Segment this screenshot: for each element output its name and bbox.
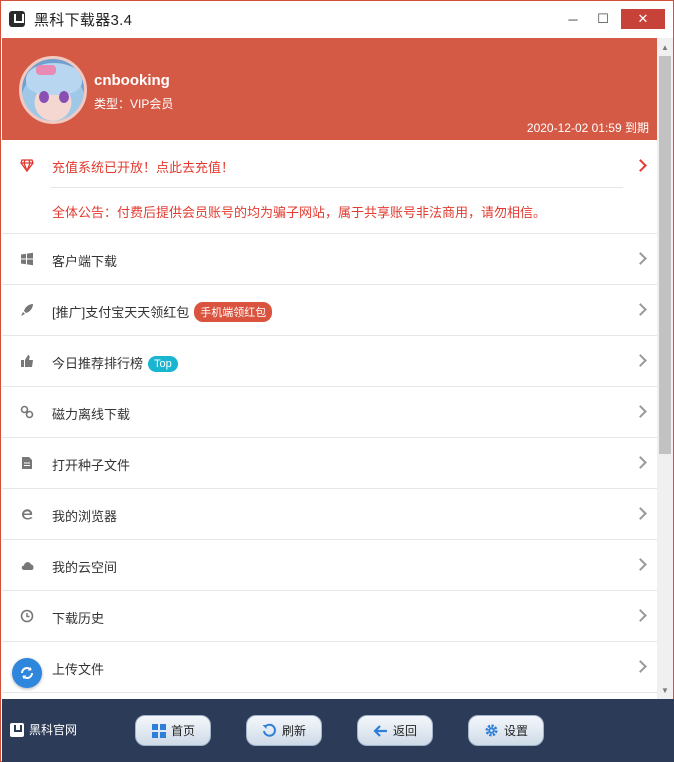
avatar[interactable] [19, 56, 87, 124]
menu-item-upload-file[interactable]: 上传文件 [2, 642, 657, 693]
home-grid-icon [151, 723, 167, 739]
chevron-right-icon [634, 303, 647, 316]
recharge-link[interactable]: 充值系统已开放！点此去充值！ [52, 157, 234, 176]
menu-item-label: 下载历史 [52, 611, 105, 626]
sync-icon [21, 667, 33, 679]
window-controls: ─ ☐ ✕ [559, 1, 673, 37]
menu-item-label: 磁力离线下载 [52, 407, 131, 422]
minimize-button[interactable]: ─ [559, 9, 587, 29]
scroll-down-arrow-icon[interactable]: ▼ [657, 683, 673, 697]
top-badge: Top [148, 356, 178, 372]
menu-item-label: 上传文件 [52, 662, 105, 677]
clock-icon [19, 608, 35, 624]
app-window: 黑科下载器3.4 ─ ☐ ✕ cnbooking 类型：VIP会员 2020-1… [0, 0, 674, 762]
menu-item-download-history[interactable]: 下载历史 [2, 591, 657, 642]
expire-date: 2020-12-02 01:59 到期 [526, 121, 649, 135]
account-type: 类型：VIP会员 [94, 97, 174, 111]
back-button[interactable]: 返回 [357, 715, 433, 746]
menu-item-magnet-download[interactable]: 磁力离线下载 [2, 387, 657, 438]
cloud-icon [19, 557, 35, 573]
notice-divider [50, 187, 623, 188]
settings-label: 设置 [503, 724, 528, 738]
menu-item-label: 今日推荐排行榜 Top [52, 353, 178, 372]
official-site-label: 黑科官网 [29, 723, 78, 737]
avatar-bow [36, 65, 56, 75]
avatar-eye-right [59, 91, 69, 103]
chevron-right-icon [634, 252, 647, 265]
refresh-label: 刷新 [281, 724, 306, 738]
file-icon [19, 455, 35, 471]
link-icon [19, 404, 35, 420]
menu-item-text: 今日推荐排行榜 [52, 356, 144, 371]
profile-header: cnbooking 类型：VIP会员 2020-12-02 01:59 到期 [2, 38, 657, 140]
rocket-icon [19, 302, 35, 318]
menu-item-label: 我的云空间 [52, 560, 118, 575]
maximize-button[interactable]: ☐ [589, 9, 617, 29]
username: cnbooking [94, 72, 170, 89]
bottom-toolbar: 黑科官网 首页 刷新 返回 设置 [2, 699, 674, 762]
menu-item-browser[interactable]: 我的浏览器 [2, 489, 657, 540]
menu-item-label: 打开种子文件 [52, 458, 131, 473]
back-label: 返回 [392, 724, 417, 738]
menu-item-open-torrent[interactable]: 打开种子文件 [2, 438, 657, 489]
mobile-redpacket-badge: 手机端领红包 [194, 302, 273, 322]
official-site-link[interactable]: 黑科官网 [10, 721, 77, 738]
chevron-right-icon [634, 660, 647, 673]
close-button[interactable]: ✕ [621, 9, 665, 29]
window-title: 黑科下载器3.4 [34, 11, 133, 29]
recharge-row[interactable]: 充值系统已开放！点此去充值！ [2, 140, 657, 188]
settings-button[interactable]: 设置 [468, 715, 544, 746]
menu-item-label: 客户端下载 [52, 254, 118, 269]
avatar-eye-left [39, 91, 49, 103]
chevron-right-icon [634, 507, 647, 520]
download-app-icon [9, 11, 25, 27]
scrollbar-thumb[interactable] [659, 56, 671, 454]
floating-refresh-button[interactable] [12, 658, 42, 688]
chevron-right-icon [634, 456, 647, 469]
menu-item-text: [推广]支付宝天天领红包 [52, 305, 190, 320]
refresh-icon [262, 723, 278, 739]
chevron-right-icon [634, 405, 647, 418]
refresh-button[interactable]: 刷新 [246, 715, 322, 746]
windows-icon [19, 251, 35, 267]
menu-item-client-download[interactable]: 客户端下载 [2, 234, 657, 285]
thumbs-up-icon [19, 353, 35, 369]
scroll-up-arrow-icon[interactable]: ▲ [657, 40, 673, 54]
download-app-icon [10, 722, 24, 737]
chevron-right-icon [634, 159, 647, 172]
menu-item-ranking[interactable]: 今日推荐排行榜 Top [2, 336, 657, 387]
home-label: 首页 [170, 724, 195, 738]
menu-item-label: 我的浏览器 [52, 509, 118, 524]
menu-item-label: [推广]支付宝天天领红包 手机端领红包 [52, 302, 273, 322]
diamond-icon [19, 157, 35, 173]
title-bar[interactable]: 黑科下载器3.4 ─ ☐ ✕ [1, 1, 673, 37]
gear-icon [484, 723, 500, 739]
chevron-right-icon [634, 609, 647, 622]
vertical-scrollbar[interactable]: ▲ ▼ [657, 38, 673, 699]
home-button[interactable]: 首页 [135, 715, 211, 746]
menu-item-alipay-promo[interactable]: [推广]支付宝天天领红包 手机端领红包 [2, 285, 657, 336]
chevron-right-icon [634, 558, 647, 571]
announcement-text: 全体公告：付费后提供会员账号的均为骗子网站，属于共享账号非法商用，请勿相信。 [52, 205, 547, 220]
chevron-right-icon [634, 354, 647, 367]
back-arrow-icon [373, 723, 389, 739]
menu-item-cloud-space[interactable]: 我的云空间 [2, 540, 657, 591]
notice-panel: 充值系统已开放！点此去充值！ 全体公告：付费后提供会员账号的均为骗子网站，属于共… [2, 140, 657, 234]
ie-browser-icon [19, 506, 35, 522]
menu-list: 充值系统已开放！点此去充值！ 全体公告：付费后提供会员账号的均为骗子网站，属于共… [2, 140, 657, 698]
